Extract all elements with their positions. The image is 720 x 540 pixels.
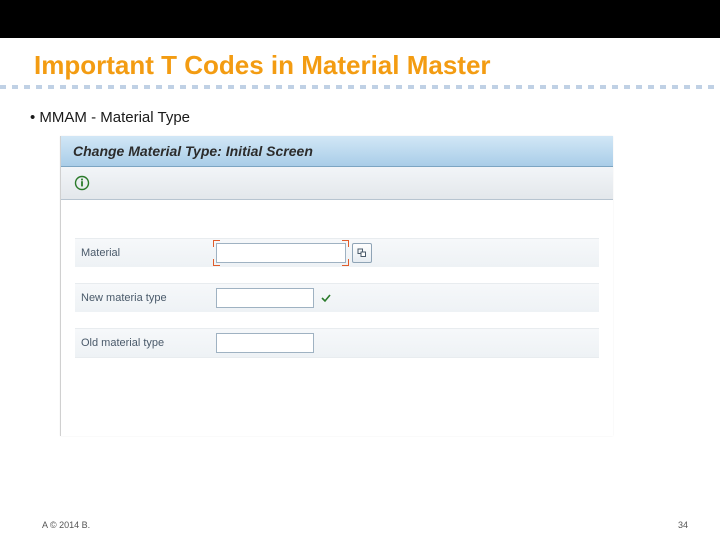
slide-title: Important T Codes in Material Master	[34, 50, 720, 81]
sap-form-area: Material New materia type	[61, 200, 613, 358]
footer-left: A © 2014 B.	[42, 520, 90, 530]
old-type-input[interactable]	[216, 333, 314, 353]
sap-window: Change Material Type: Initial Screen Mat…	[60, 136, 613, 436]
focus-corner	[213, 240, 220, 247]
row-gap	[75, 267, 599, 283]
label-old-type: Old material type	[81, 337, 216, 349]
title-underline	[0, 85, 720, 89]
row-old-type: Old material type	[75, 328, 599, 358]
row-material: Material	[75, 238, 599, 267]
sap-titlebar: Change Material Type: Initial Screen	[61, 136, 613, 167]
checkmark-icon	[320, 292, 332, 304]
search-help-icon[interactable]	[352, 243, 372, 263]
focus-corner	[213, 259, 220, 266]
row-new-type: New materia type	[75, 283, 599, 312]
new-type-input[interactable]	[216, 288, 314, 308]
info-icon[interactable]	[71, 172, 93, 194]
row-gap	[75, 312, 599, 328]
sap-toolbar	[61, 167, 613, 200]
footer-page-number: 34	[678, 520, 688, 530]
material-input-wrap	[216, 243, 346, 263]
sap-window-title: Change Material Type: Initial Screen	[73, 143, 313, 159]
label-new-type: New materia type	[81, 292, 216, 304]
label-material: Material	[81, 247, 216, 259]
slide-footer: A © 2014 B. 34	[42, 520, 688, 530]
focus-corner	[342, 240, 349, 247]
material-input[interactable]	[216, 243, 346, 263]
bullet-mmam: MMAM - Material Type	[30, 109, 720, 126]
focus-corner	[342, 259, 349, 266]
